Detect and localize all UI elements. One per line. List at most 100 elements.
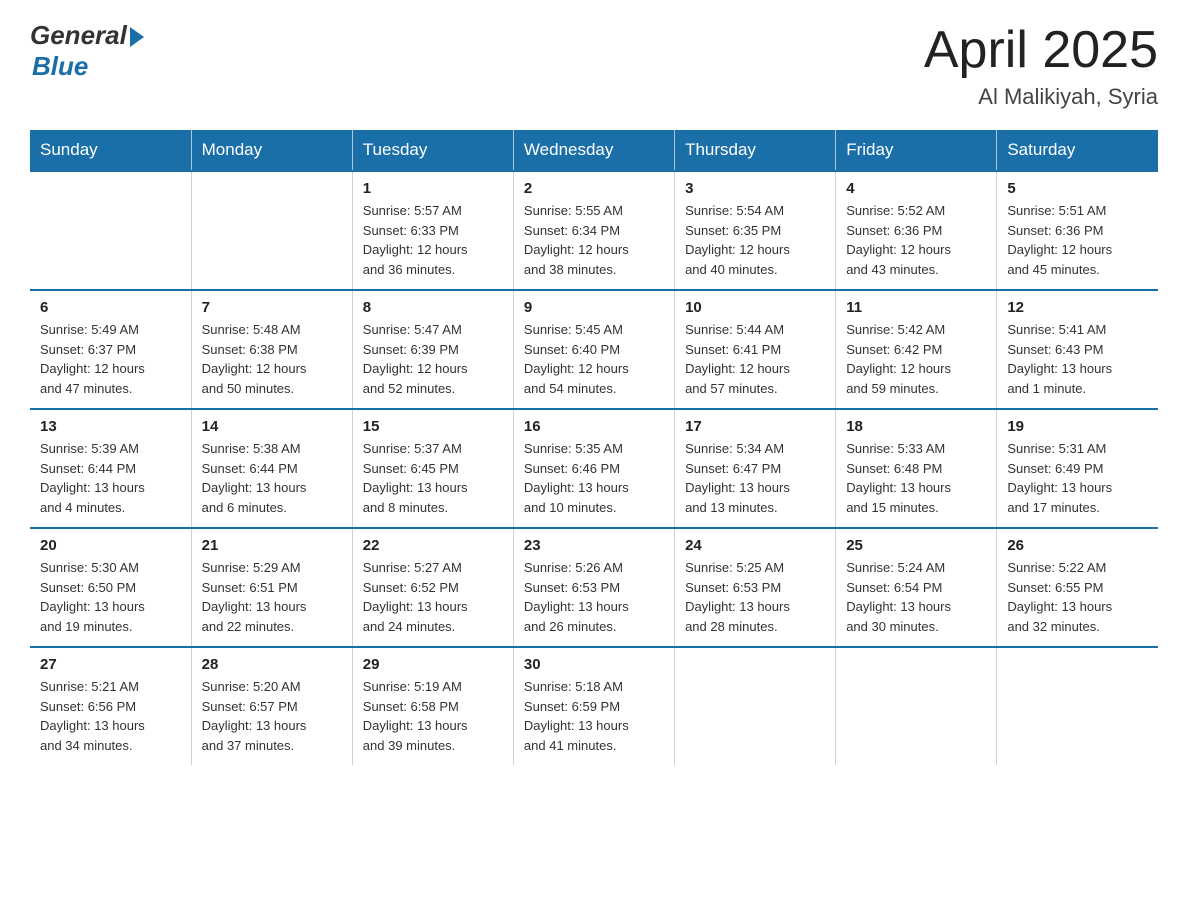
calendar-cell: 7 Sunrise: 5:48 AM Sunset: 6:38 PM Daylig… <box>191 290 352 409</box>
week-row-4: 20 Sunrise: 5:30 AM Sunset: 6:50 PM Dayli… <box>30 528 1158 647</box>
day-info: Sunrise: 5:25 AM Sunset: 6:53 PM Dayligh… <box>685 558 825 636</box>
day-info: Sunrise: 5:30 AM Sunset: 6:50 PM Dayligh… <box>40 558 181 636</box>
calendar-cell: 22 Sunrise: 5:27 AM Sunset: 6:52 PM Dayli… <box>352 528 513 647</box>
day-info: Sunrise: 5:52 AM Sunset: 6:36 PM Dayligh… <box>846 201 986 279</box>
calendar-cell: 15 Sunrise: 5:37 AM Sunset: 6:45 PM Dayli… <box>352 409 513 528</box>
day-number: 13 <box>40 418 181 435</box>
day-info: Sunrise: 5:27 AM Sunset: 6:52 PM Dayligh… <box>363 558 503 636</box>
calendar-cell: 27Sunrise: 5:21 AM Sunset: 6:56 PM Dayli… <box>30 647 191 765</box>
weekday-header-friday: Friday <box>836 130 997 171</box>
day-number: 11 <box>846 299 986 316</box>
calendar-cell: 30 Sunrise: 5:18 AM Sunset: 6:59 PM Dayli… <box>513 647 674 765</box>
day-info: Sunrise: 5:18 AM Sunset: 6:59 PM Dayligh… <box>524 677 664 755</box>
calendar-cell: 10 Sunrise: 5:44 AM Sunset: 6:41 PM Dayli… <box>675 290 836 409</box>
day-info: Sunrise: 5:41 AM Sunset: 6:43 PM Dayligh… <box>1007 320 1148 398</box>
weekday-header-thursday: Thursday <box>675 130 836 171</box>
day-number: 24 <box>685 537 825 554</box>
calendar-cell: 6 Sunrise: 5:49 AM Sunset: 6:37 PM Daylig… <box>30 290 191 409</box>
calendar-cell: 20 Sunrise: 5:30 AM Sunset: 6:50 PM Dayli… <box>30 528 191 647</box>
calendar-table: SundayMondayTuesdayWednesdayThursdayFrid… <box>30 130 1158 765</box>
calendar-cell <box>191 171 352 290</box>
day-number: 9 <box>524 299 664 316</box>
logo-general-text: General <box>30 20 127 51</box>
calendar-cell: 26Sunrise: 5:22 AM Sunset: 6:55 PM Dayli… <box>997 528 1158 647</box>
calendar-cell: 14Sunrise: 5:38 AM Sunset: 6:44 PM Dayli… <box>191 409 352 528</box>
day-number: 30 <box>524 656 664 673</box>
day-info: Sunrise: 5:19 AM Sunset: 6:58 PM Dayligh… <box>363 677 503 755</box>
calendar-cell: 12Sunrise: 5:41 AM Sunset: 6:43 PM Dayli… <box>997 290 1158 409</box>
calendar-cell: 3Sunrise: 5:54 AM Sunset: 6:35 PM Daylig… <box>675 171 836 290</box>
day-info: Sunrise: 5:55 AM Sunset: 6:34 PM Dayligh… <box>524 201 664 279</box>
calendar-cell: 2Sunrise: 5:55 AM Sunset: 6:34 PM Daylig… <box>513 171 674 290</box>
day-number: 16 <box>524 418 664 435</box>
calendar-cell: 8 Sunrise: 5:47 AM Sunset: 6:39 PM Daylig… <box>352 290 513 409</box>
calendar-title: April 2025 <box>924 20 1158 80</box>
day-info: Sunrise: 5:29 AM Sunset: 6:51 PM Dayligh… <box>202 558 342 636</box>
calendar-cell: 16 Sunrise: 5:35 AM Sunset: 6:46 PM Dayli… <box>513 409 674 528</box>
day-info: Sunrise: 5:54 AM Sunset: 6:35 PM Dayligh… <box>685 201 825 279</box>
day-number: 20 <box>40 537 181 554</box>
calendar-cell: 1 Sunrise: 5:57 AM Sunset: 6:33 PM Daylig… <box>352 171 513 290</box>
day-info: Sunrise: 5:49 AM Sunset: 6:37 PM Dayligh… <box>40 320 181 398</box>
day-info: Sunrise: 5:20 AM Sunset: 6:57 PM Dayligh… <box>202 677 342 755</box>
day-number: 15 <box>363 418 503 435</box>
calendar-cell: 19 Sunrise: 5:31 AM Sunset: 6:49 PM Dayli… <box>997 409 1158 528</box>
calendar-cell <box>675 647 836 765</box>
day-info: Sunrise: 5:33 AM Sunset: 6:48 PM Dayligh… <box>846 439 986 517</box>
calendar-cell: 18 Sunrise: 5:33 AM Sunset: 6:48 PM Dayli… <box>836 409 997 528</box>
day-number: 21 <box>202 537 342 554</box>
calendar-cell: 5Sunrise: 5:51 AM Sunset: 6:36 PM Daylig… <box>997 171 1158 290</box>
day-info: Sunrise: 5:39 AM Sunset: 6:44 PM Dayligh… <box>40 439 181 517</box>
day-number: 7 <box>202 299 342 316</box>
weekday-header-wednesday: Wednesday <box>513 130 674 171</box>
title-area: April 2025 Al Malikiyah, Syria <box>924 20 1158 110</box>
day-number: 4 <box>846 180 986 197</box>
day-info: Sunrise: 5:22 AM Sunset: 6:55 PM Dayligh… <box>1007 558 1148 636</box>
page-header: General Blue April 2025 Al Malikiyah, Sy… <box>30 20 1158 110</box>
day-info: Sunrise: 5:47 AM Sunset: 6:39 PM Dayligh… <box>363 320 503 398</box>
day-number: 14 <box>202 418 342 435</box>
weekday-header-saturday: Saturday <box>997 130 1158 171</box>
calendar-cell: 13 Sunrise: 5:39 AM Sunset: 6:44 PM Dayli… <box>30 409 191 528</box>
week-row-2: 6 Sunrise: 5:49 AM Sunset: 6:37 PM Daylig… <box>30 290 1158 409</box>
day-number: 10 <box>685 299 825 316</box>
calendar-cell: 25 Sunrise: 5:24 AM Sunset: 6:54 PM Dayli… <box>836 528 997 647</box>
day-info: Sunrise: 5:37 AM Sunset: 6:45 PM Dayligh… <box>363 439 503 517</box>
calendar-cell: 24 Sunrise: 5:25 AM Sunset: 6:53 PM Dayli… <box>675 528 836 647</box>
logo: General Blue <box>30 20 144 82</box>
day-info: Sunrise: 5:45 AM Sunset: 6:40 PM Dayligh… <box>524 320 664 398</box>
day-info: Sunrise: 5:57 AM Sunset: 6:33 PM Dayligh… <box>363 201 503 279</box>
day-number: 8 <box>363 299 503 316</box>
day-info: Sunrise: 5:34 AM Sunset: 6:47 PM Dayligh… <box>685 439 825 517</box>
day-info: Sunrise: 5:31 AM Sunset: 6:49 PM Dayligh… <box>1007 439 1148 517</box>
week-row-5: 27Sunrise: 5:21 AM Sunset: 6:56 PM Dayli… <box>30 647 1158 765</box>
day-info: Sunrise: 5:24 AM Sunset: 6:54 PM Dayligh… <box>846 558 986 636</box>
weekday-header-tuesday: Tuesday <box>352 130 513 171</box>
day-info: Sunrise: 5:26 AM Sunset: 6:53 PM Dayligh… <box>524 558 664 636</box>
week-row-3: 13 Sunrise: 5:39 AM Sunset: 6:44 PM Dayli… <box>30 409 1158 528</box>
calendar-cell: 11 Sunrise: 5:42 AM Sunset: 6:42 PM Dayli… <box>836 290 997 409</box>
day-number: 29 <box>363 656 503 673</box>
day-number: 1 <box>363 180 503 197</box>
calendar-cell <box>30 171 191 290</box>
day-number: 6 <box>40 299 181 316</box>
day-info: Sunrise: 5:44 AM Sunset: 6:41 PM Dayligh… <box>685 320 825 398</box>
calendar-cell: 23 Sunrise: 5:26 AM Sunset: 6:53 PM Dayli… <box>513 528 674 647</box>
calendar-cell: 28Sunrise: 5:20 AM Sunset: 6:57 PM Dayli… <box>191 647 352 765</box>
day-number: 25 <box>846 537 986 554</box>
day-info: Sunrise: 5:48 AM Sunset: 6:38 PM Dayligh… <box>202 320 342 398</box>
day-number: 18 <box>846 418 986 435</box>
day-info: Sunrise: 5:42 AM Sunset: 6:42 PM Dayligh… <box>846 320 986 398</box>
day-info: Sunrise: 5:51 AM Sunset: 6:36 PM Dayligh… <box>1007 201 1148 279</box>
calendar-cell: 21 Sunrise: 5:29 AM Sunset: 6:51 PM Dayli… <box>191 528 352 647</box>
day-number: 19 <box>1007 418 1148 435</box>
calendar-location: Al Malikiyah, Syria <box>924 84 1158 110</box>
logo-arrow-icon <box>130 27 144 47</box>
day-info: Sunrise: 5:35 AM Sunset: 6:46 PM Dayligh… <box>524 439 664 517</box>
day-number: 23 <box>524 537 664 554</box>
day-info: Sunrise: 5:21 AM Sunset: 6:56 PM Dayligh… <box>40 677 181 755</box>
logo-blue-text: Blue <box>32 51 88 82</box>
week-row-1: 1 Sunrise: 5:57 AM Sunset: 6:33 PM Daylig… <box>30 171 1158 290</box>
weekday-header-monday: Monday <box>191 130 352 171</box>
day-number: 22 <box>363 537 503 554</box>
